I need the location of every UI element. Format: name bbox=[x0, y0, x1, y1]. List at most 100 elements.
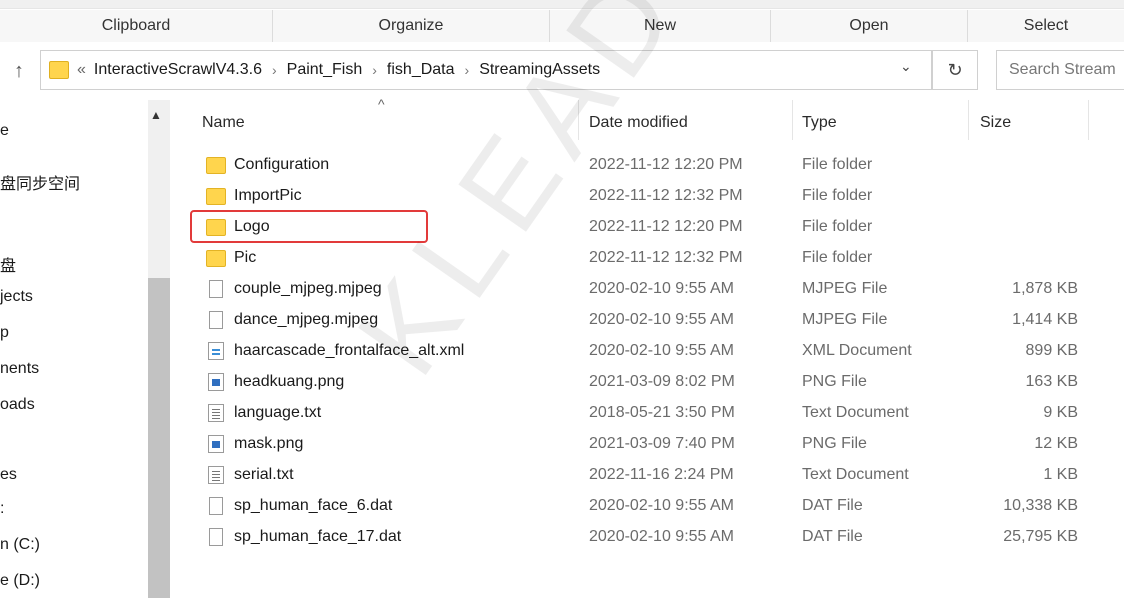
file-size: 1,414 KB bbox=[1012, 311, 1078, 328]
folder-icon bbox=[206, 150, 226, 180]
breadcrumb-item[interactable]: Paint_Fish bbox=[287, 61, 363, 79]
ribbon-group-open[interactable]: Open bbox=[771, 10, 968, 42]
ribbon-group-label: Clipboard bbox=[101, 17, 171, 34]
nav-item[interactable]: p bbox=[0, 324, 9, 342]
file-type: File folder bbox=[802, 156, 873, 173]
file-icon bbox=[206, 522, 226, 552]
text-file-icon bbox=[206, 460, 226, 490]
column-header-label: Type bbox=[802, 114, 837, 131]
nav-item[interactable]: 盘同步空间 bbox=[0, 170, 80, 194]
file-size bbox=[980, 212, 1078, 242]
breadcrumb-item[interactable]: fish_Data bbox=[387, 61, 455, 79]
file-row[interactable]: Configuration 2022-11-12 12:20 PM File fol… bbox=[200, 150, 1100, 180]
nav-item[interactable]: : bbox=[0, 500, 4, 518]
nav-item[interactable]: e (D:) bbox=[0, 572, 40, 590]
file-row[interactable]: language.txt 2018-05-21 3:50 PM Text Docum… bbox=[200, 398, 1100, 428]
column-header-size[interactable]: Size bbox=[980, 108, 1080, 138]
file-type: PNG File bbox=[802, 373, 867, 390]
file-date: 2020-02-10 9:55 AM bbox=[589, 497, 734, 514]
file-row[interactable]: Pic 2022-11-12 12:32 PM File folder bbox=[200, 243, 1100, 273]
file-size: 899 KB bbox=[1025, 342, 1078, 359]
file-size: 10,338 KB bbox=[1003, 497, 1078, 514]
file-row[interactable]: couple_mjpeg.mjpeg 2020-02-10 9:55 AM MJPE… bbox=[200, 274, 1100, 304]
file-type: MJPEG File bbox=[802, 280, 888, 297]
address-bar[interactable]: « InteractiveScrawlV4.3.6 › Paint_Fish ›… bbox=[40, 50, 932, 90]
file-date: 2018-05-21 3:50 PM bbox=[589, 404, 735, 421]
file-date: 2021-03-09 7:40 PM bbox=[589, 435, 735, 452]
column-divider[interactable] bbox=[1088, 100, 1089, 140]
file-size: 9 KB bbox=[1043, 404, 1078, 421]
file-type: File folder bbox=[802, 218, 873, 235]
file-size: 12 KB bbox=[1034, 435, 1078, 452]
file-row[interactable]: mask.png 2021-03-09 7:40 PM PNG File 12 KB bbox=[200, 429, 1100, 459]
ribbon-group-select[interactable]: Select bbox=[968, 10, 1124, 42]
image-file-icon bbox=[206, 429, 226, 459]
file-icon bbox=[206, 305, 226, 335]
ribbon-group-label: Organize bbox=[378, 17, 444, 34]
nav-item[interactable]: es bbox=[0, 466, 17, 484]
file-type: File folder bbox=[802, 249, 873, 266]
file-row[interactable]: sp_human_face_17.dat 2020-02-10 9:55 AM DA… bbox=[200, 522, 1100, 552]
up-arrow-icon[interactable]: ↑ bbox=[8, 60, 30, 82]
file-icon bbox=[206, 274, 226, 304]
file-name: language.txt bbox=[234, 404, 322, 421]
file-size: 163 KB bbox=[1025, 373, 1078, 390]
search-input[interactable]: Search Stream bbox=[996, 50, 1124, 90]
chevron-right-icon: › bbox=[464, 62, 470, 78]
chevron-right-icon: › bbox=[271, 62, 277, 78]
file-size: 1,878 KB bbox=[1012, 280, 1078, 297]
nav-item[interactable]: nents bbox=[0, 360, 39, 378]
file-type: PNG File bbox=[802, 435, 867, 452]
file-date: 2020-02-10 9:55 AM bbox=[589, 342, 734, 359]
nav-scrollbar-thumb[interactable] bbox=[148, 278, 170, 598]
file-name: ImportPic bbox=[234, 187, 302, 204]
file-row[interactable]: headkuang.png 2021-03-09 8:02 PM PNG File 1… bbox=[200, 367, 1100, 397]
file-type: Text Document bbox=[802, 466, 909, 483]
file-size bbox=[980, 243, 1078, 273]
file-type: File folder bbox=[802, 187, 873, 204]
nav-item[interactable]: oads bbox=[0, 396, 35, 414]
file-row[interactable]: sp_human_face_6.dat 2020-02-10 9:55 AM DAT… bbox=[200, 491, 1100, 521]
file-row[interactable]: haarcascade_frontalface_alt.xml 2020-02-1… bbox=[200, 336, 1100, 366]
column-header-type[interactable]: Type bbox=[802, 108, 962, 138]
folder-icon bbox=[49, 61, 69, 79]
column-header-label: Name bbox=[202, 114, 245, 131]
file-date: 2022-11-16 2:24 PM bbox=[589, 466, 734, 483]
file-type: DAT File bbox=[802, 497, 863, 514]
file-name: mask.png bbox=[234, 435, 304, 452]
chevron-right-icon: › bbox=[372, 62, 377, 78]
file-row[interactable]: serial.txt 2022-11-16 2:24 PM Text Documen… bbox=[200, 460, 1100, 490]
nav-item[interactable]: e bbox=[0, 122, 9, 140]
ribbon-group-clipboard[interactable]: Clipboard bbox=[0, 10, 273, 42]
file-date: 2020-02-10 9:55 AM bbox=[589, 280, 734, 297]
folder-icon bbox=[206, 243, 226, 273]
file-name: serial.txt bbox=[234, 466, 294, 483]
nav-item[interactable]: n (C:) bbox=[0, 536, 40, 554]
refresh-icon[interactable]: ↻ bbox=[932, 50, 978, 90]
file-row[interactable]: ImportPic 2022-11-12 12:32 PM File folder bbox=[200, 181, 1100, 211]
file-date: 2022-11-12 12:32 PM bbox=[589, 187, 743, 204]
file-date: 2022-11-12 12:20 PM bbox=[589, 218, 743, 235]
file-name: sp_human_face_6.dat bbox=[234, 497, 393, 514]
file-icon bbox=[206, 491, 226, 521]
column-divider[interactable] bbox=[968, 100, 969, 140]
file-name: Pic bbox=[234, 249, 257, 266]
breadcrumb-overflow[interactable]: « bbox=[77, 61, 86, 79]
search-placeholder: Search Stream bbox=[1009, 61, 1116, 78]
ribbon-group-organize[interactable]: Organize bbox=[273, 10, 550, 42]
breadcrumb-item[interactable]: InteractiveScrawlV4.3.6 bbox=[94, 61, 262, 79]
column-divider[interactable] bbox=[792, 100, 793, 140]
chevron-down-icon[interactable]: ⌄ bbox=[900, 58, 912, 75]
nav-item[interactable]: 盘 bbox=[0, 252, 16, 276]
xml-file-icon bbox=[206, 336, 226, 366]
file-date: 2020-02-10 9:55 AM bbox=[589, 311, 734, 328]
file-size: 1 KB bbox=[1043, 466, 1078, 483]
file-date: 2021-03-09 8:02 PM bbox=[589, 373, 735, 390]
column-header-label: Size bbox=[980, 114, 1012, 131]
nav-item[interactable]: jects bbox=[0, 288, 33, 306]
image-file-icon bbox=[206, 367, 226, 397]
file-date: 2022-11-12 12:32 PM bbox=[589, 249, 743, 266]
scroll-up-icon[interactable]: ▲ bbox=[150, 108, 162, 122]
file-type: DAT File bbox=[802, 528, 863, 545]
navigation-pane: e 盘同步空间 盘 jects p nents oads es : n (C:)… bbox=[0, 100, 172, 598]
